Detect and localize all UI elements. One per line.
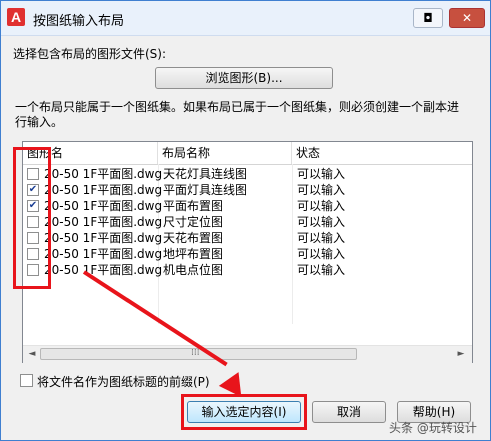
scroll-right-icon[interactable]: ► [454, 347, 468, 361]
row-drawing-name: 20-50 1F平面图.dwg [44, 263, 163, 277]
row-layout-name: 平面灯具连线图 [163, 183, 248, 197]
header-layout-name[interactable]: 布局名称 [158, 142, 292, 164]
cancel-button[interactable]: 取消 [312, 401, 386, 423]
grip-icon: ⁞⁞⁞ [191, 348, 200, 358]
prefix-checkbox[interactable] [20, 374, 33, 387]
row-drawing-name: 20-50 1F平面图.dwg [44, 167, 163, 181]
annotation-box-import-button [181, 394, 307, 430]
row-layout-name: 天花灯具连线图 [163, 167, 248, 181]
import-layouts-dialog: A 按图纸输入布局 ◘ ✕ 选择包含布局的图形文件(S): 浏览图形(B)...… [0, 0, 491, 441]
info-text-line1: 一个布局只能属于一个图纸集。如果布局已属于一个图纸集，则必须创建一个副本进 [15, 100, 460, 114]
help-icon[interactable]: ◘ [413, 8, 443, 28]
layout-list[interactable]: 图形名 布局名称 状态 20-50 1F平面图.dwg 天花灯具连线图 可以输入 ✔ 2… [22, 141, 473, 363]
row-drawing-name: 20-50 1F平面图.dwg [44, 215, 163, 229]
row-layout-name: 尺寸定位图 [163, 215, 224, 229]
scroll-left-icon[interactable]: ◄ [25, 347, 39, 361]
browse-drawings-button[interactable]: 浏览图形(B)... [155, 67, 333, 89]
file-label: 选择包含布局的图形文件(S): [13, 47, 167, 61]
row-status: 可以输入 [297, 247, 346, 261]
info-text-line2: 行输入。 [15, 115, 64, 129]
row-status: 可以输入 [297, 199, 346, 213]
list-row[interactable]: ✔ 20-50 1F平面图.dwg 平面布置图 可以输入 [23, 198, 472, 214]
row-layout-name: 机电点位图 [163, 263, 224, 277]
app-icon-letter: A [10, 9, 22, 25]
horizontal-scrollbar[interactable]: ◄ ⁞⁞⁞ ► [23, 345, 472, 363]
row-drawing-name: 20-50 1F平面图.dwg [44, 199, 163, 213]
list-row[interactable]: ✔ 20-50 1F平面图.dwg 平面灯具连线图 可以输入 [23, 182, 472, 198]
list-row[interactable]: 20-50 1F平面图.dwg 地坪布置图 可以输入 [23, 246, 472, 262]
row-status: 可以输入 [297, 263, 346, 277]
row-status: 可以输入 [297, 183, 346, 197]
row-status: 可以输入 [297, 215, 346, 229]
prefix-checkbox-label[interactable]: 将文件名作为图纸标题的前缀(P) [37, 373, 210, 390]
row-status: 可以输入 [297, 231, 346, 245]
title-bar: A 按图纸输入布局 ◘ ✕ [1, 1, 490, 36]
close-icon[interactable]: ✕ [449, 8, 485, 28]
list-header: 图形名 布局名称 状态 [23, 142, 472, 165]
row-drawing-name: 20-50 1F平面图.dwg [44, 183, 163, 197]
window-title: 按图纸输入布局 [33, 14, 125, 29]
autocad-app-icon: A [7, 8, 25, 26]
row-layout-name: 天花布置图 [163, 231, 224, 245]
scroll-thumb[interactable]: ⁞⁞⁞ [40, 348, 357, 360]
list-row[interactable]: 20-50 1F平面图.dwg 天花灯具连线图 可以输入 [23, 166, 472, 182]
row-layout-name: 地坪布置图 [163, 247, 224, 261]
annotation-box-checkboxes [13, 147, 51, 289]
row-drawing-name: 20-50 1F平面图.dwg [44, 231, 163, 245]
list-row[interactable]: 20-50 1F平面图.dwg 天花布置图 可以输入 [23, 230, 472, 246]
row-status: 可以输入 [297, 167, 346, 181]
row-drawing-name: 20-50 1F平面图.dwg [44, 247, 163, 261]
row-layout-name: 平面布置图 [163, 199, 224, 213]
list-row[interactable]: 20-50 1F平面图.dwg 尺寸定位图 可以输入 [23, 214, 472, 230]
watermark: 头条 @玩转设计 [389, 421, 477, 435]
header-status[interactable]: 状态 [292, 142, 472, 164]
